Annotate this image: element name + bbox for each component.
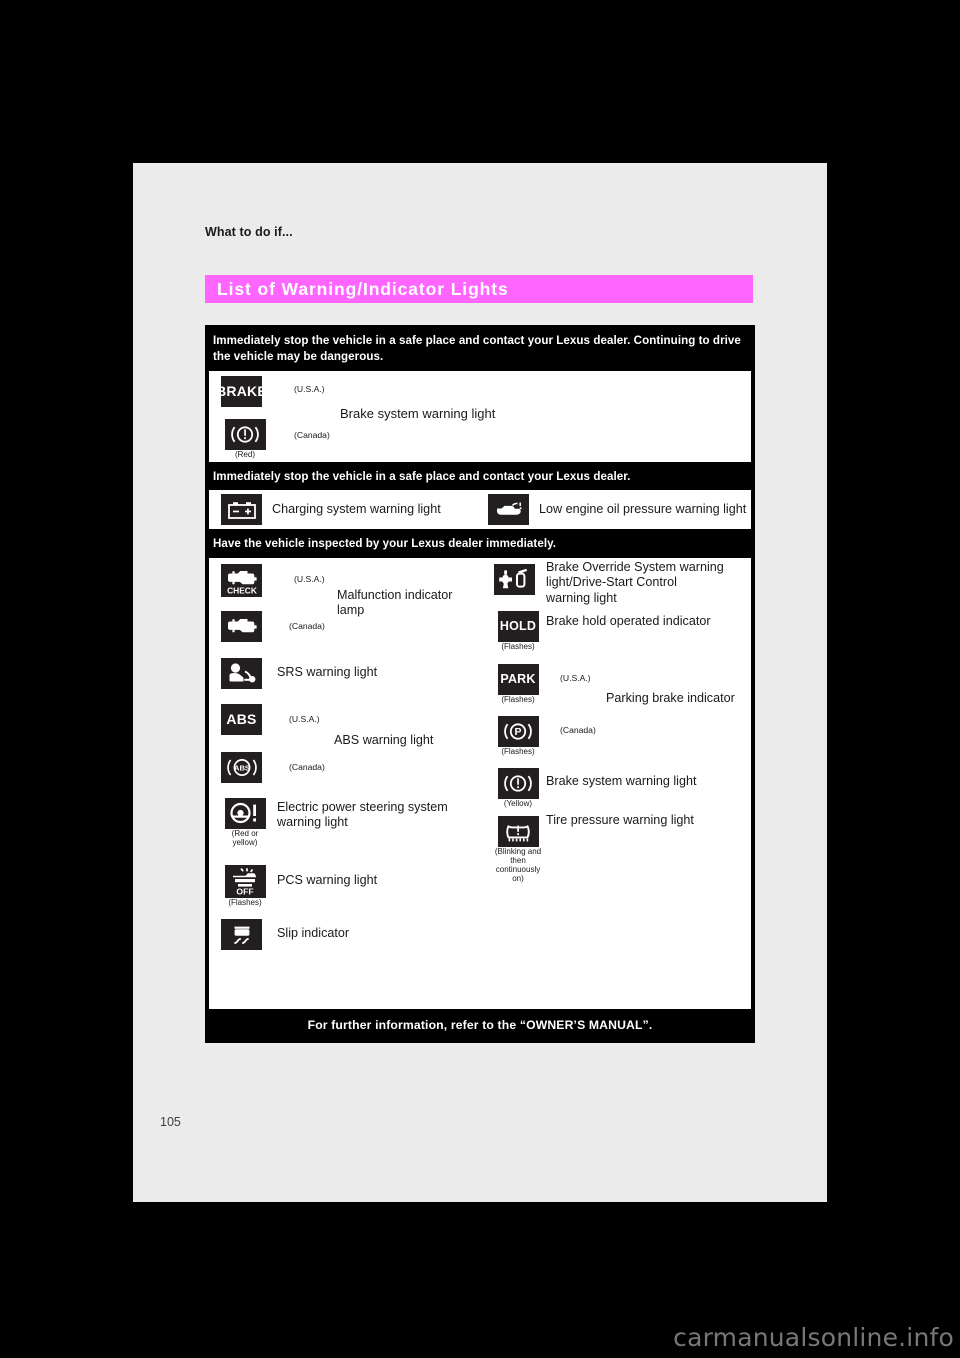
mil-usa-icon-group: CHECK [221,563,262,597]
brake-system-warning-label: Brake system warning light [340,405,496,421]
brake-override-label: Brake Override System warning light/Driv… [546,559,724,605]
park-word-icon: PARK [497,663,539,695]
section-2-heading: Immediately stop the vehicle in a safe p… [209,464,751,491]
low-oil-pressure-item: Low engine oil pressure warning light [480,490,751,529]
srs-warning-label: SRS warning light [277,664,378,679]
section-3-heading: Have the vehicle inspected by your Lexus… [209,532,751,558]
pcs-icon-group: OFF (Flashes) [221,864,269,908]
abs-canada-icon-group: ABS [221,751,262,783]
slip-icon-group [221,918,262,950]
manual-page-sheet: What to do if... List of Warning/Indicat… [133,163,827,1202]
mil-usa-region-tag: (U.S.A.) [294,573,325,584]
section-3-left-column: CHECK (U.S.A.) (Canada) Malfunction indi… [209,558,480,1009]
brake-word-icon: BRAKE [221,375,262,407]
battery-icon [221,494,262,526]
charging-system-item: Charging system warning light [209,490,480,529]
brake-canada-region-tag: (Canada) [294,429,330,440]
brake-usa-icon-group: BRAKE [221,375,262,407]
watermark: carmanualsonline.info [673,1323,954,1352]
brake-system-yellow-label: Brake system warning light [546,773,697,788]
slip-indicator-label: Slip indicator [277,925,350,940]
pcs-warning-label: PCS warning light [277,872,378,887]
parking-brake-usa-icon-group: PARK (Flashes) [494,663,542,705]
brake-usa-region-tag: (U.S.A.) [294,383,325,394]
abs-circle-icon: ABS [221,751,262,783]
brake-override-pedal-icon [494,563,535,595]
low-oil-pressure-label: Low engine oil pressure warning light [539,502,747,517]
brake-icon-text: BRAKE [221,383,262,400]
svg-text:OFF: OFF [236,887,253,896]
pcs-note: (Flashes) [228,897,262,907]
svg-text:P: P [514,726,521,738]
section-2-panel: Charging system warning light Low engine… [209,490,751,530]
brake-canada-note: (Red) [234,449,255,459]
brake-hold-note: (Flashes) [501,641,535,651]
warning-lights-table: Immediately stop the vehicle in a safe p… [205,325,755,1043]
tire-pressure-note: (Blinking and then continuously on) [494,846,542,883]
parking-brake-canada-region-tag: (Canada) [560,724,596,735]
svg-text:CHECK: CHECK [227,586,257,596]
engine-check-icon: CHECK [221,563,262,597]
hold-icon-text: HOLD [499,619,537,634]
slip-indicator-icon [221,918,262,950]
abs-canada-region-tag: (Canada) [289,761,325,772]
tire-pressure-label: Tire pressure warning light [546,812,694,827]
eps-icon-group: (Red or yellow) [221,797,269,848]
section-3-right-column: Brake Override System warning light/Driv… [480,558,751,1009]
pcs-off-icon: OFF [224,864,266,898]
eps-warning-label: Electric power steering system warning l… [277,799,448,830]
parking-brake-usa-note: (Flashes) [501,694,535,704]
parking-brake-canada-icon-group: P (Flashes) [494,715,542,757]
eps-note: (Red or yellow) [231,828,259,847]
abs-warning-label: ABS warning light [334,732,434,747]
hold-word-icon: HOLD [497,610,539,642]
parking-brake-canada-note: (Flashes) [501,746,535,756]
running-head: What to do if... [205,225,293,239]
section-1-heading: Immediately stop the vehicle in a safe p… [209,329,751,371]
abs-word-icon: ABS [221,703,262,735]
srs-icon-group [221,657,262,689]
brake-override-icon-group [494,563,535,595]
table-footer-note: For further information, refer to the “O… [209,1011,751,1039]
malfunction-indicator-lamp-label: Malfunction indicator lamp [337,587,453,618]
parking-brake-usa-region-tag: (U.S.A.) [560,672,591,683]
tire-pressure-icon-group: (Blinking and then continuously on) [494,815,542,884]
brake-hold-label: Brake hold operated indicator [546,613,711,628]
tire-pressure-icon [497,815,539,847]
section-title-bar: List of Warning/Indicator Lights [205,275,753,303]
brake-canada-icon-group: (Red) [221,418,269,460]
brake-circle-exclamation-icon [224,418,266,450]
steering-wheel-exclamation-icon [224,797,266,829]
engine-icon [221,610,262,642]
abs-usa-icon-group: ABS [221,703,262,735]
brake-circle-exclamation-icon [497,767,539,799]
section-3-panel: CHECK (U.S.A.) (Canada) Malfunction indi… [209,557,751,1009]
charging-system-label: Charging system warning light [272,502,441,517]
abs-icon-text: ABS [226,711,257,728]
abs-usa-region-tag: (U.S.A.) [289,713,320,724]
page-title: List of Warning/Indicator Lights [217,278,509,299]
park-circle-p-icon: P [497,715,539,747]
brake-yellow-icon-group: (Yellow) [494,767,542,809]
section-1-panel: BRAKE (U.S.A.) (Red) [209,370,751,462]
brake-hold-icon-group: HOLD (Flashes) [494,610,542,652]
svg-text:ABS: ABS [233,764,249,773]
oil-can-icon [488,494,529,526]
mil-canada-region-tag: (Canada) [289,620,325,631]
page-number: 105 [160,1115,181,1129]
parking-brake-label: Parking brake indicator [606,690,735,705]
brake-yellow-note: (Yellow) [503,798,533,808]
park-icon-text: PARK [500,672,536,687]
srs-airbag-icon [221,657,262,689]
mil-canada-icon-group [221,610,262,642]
